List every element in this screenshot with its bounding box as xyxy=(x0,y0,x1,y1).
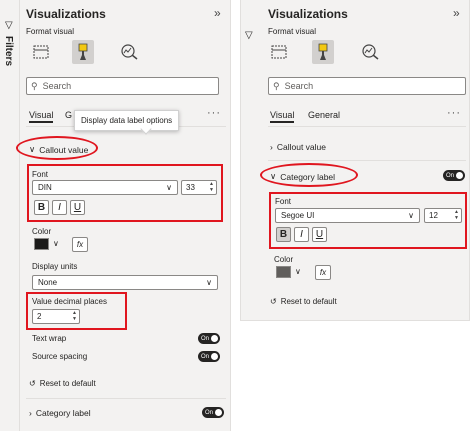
filter-icon: ▽ xyxy=(5,20,13,31)
left-visualizations-pane: Visualizations » Format visual ⚲ Search … xyxy=(16,0,231,431)
collapse-double-chevron-icon[interactable]: » xyxy=(453,6,460,20)
display-units-label: Display units xyxy=(32,262,78,271)
format-visual-label: Format visual xyxy=(268,27,317,36)
build-visual-icon[interactable] xyxy=(268,42,290,62)
callout-value-header[interactable]: › Callout value xyxy=(270,142,326,152)
collapse-double-chevron-icon[interactable]: » xyxy=(214,6,221,20)
color-swatch[interactable] xyxy=(34,238,49,250)
format-visual-label: Format visual xyxy=(26,27,75,36)
color-swatch[interactable] xyxy=(276,266,291,278)
chevron-right-icon: › xyxy=(270,142,273,152)
section-title: Category label xyxy=(35,408,91,418)
analytics-icon[interactable] xyxy=(359,42,381,62)
highlight-decimal-box xyxy=(26,292,127,330)
toggle-knob xyxy=(456,172,463,179)
reset-icon: ↺ xyxy=(29,379,36,388)
toggle-knob xyxy=(215,409,222,416)
source-spacing-label: Source spacing xyxy=(32,352,88,361)
text-wrap-toggle[interactable]: On xyxy=(198,333,220,344)
display-units-dropdown[interactable]: None ∨ xyxy=(32,275,218,290)
text-wrap-label: Text wrap xyxy=(32,334,67,343)
category-label-toggle[interactable]: On xyxy=(443,170,465,181)
pane-title: Visualizations xyxy=(26,7,106,21)
reset-icon: ↺ xyxy=(270,297,277,306)
tab-general[interactable]: G xyxy=(65,110,72,120)
highlight-font-box xyxy=(27,164,223,222)
filters-rail[interactable]: ▽ Filters xyxy=(0,0,20,431)
source-spacing-toggle[interactable]: On xyxy=(198,351,220,362)
toggle-text: On xyxy=(205,409,214,416)
toggle-text: On xyxy=(201,353,210,360)
fx-button[interactable]: fx xyxy=(72,237,88,252)
chevron-down-icon[interactable]: ∨ xyxy=(53,239,59,248)
more-dots-icon[interactable]: ··· xyxy=(207,107,221,119)
chevron-down-icon: ∨ xyxy=(206,278,212,287)
category-label-toggle[interactable]: On xyxy=(202,407,224,418)
section-divider xyxy=(268,160,466,161)
category-label-header[interactable]: › Category label xyxy=(29,408,91,418)
toggle-text: On xyxy=(446,172,455,179)
toggle-knob xyxy=(211,335,218,342)
tab-visual[interactable]: Visual xyxy=(270,110,295,123)
reset-to-default-link[interactable]: ↺ Reset to default xyxy=(270,297,337,306)
right-visualizations-pane: ▽ Visualizations » Format visual ⚲ Searc… xyxy=(240,0,470,321)
chevron-down-icon[interactable]: ∨ xyxy=(295,267,301,276)
toggle-knob xyxy=(211,353,218,360)
search-input[interactable]: ⚲ Search xyxy=(268,77,466,95)
search-placeholder: Search xyxy=(42,81,72,91)
analytics-icon[interactable] xyxy=(118,42,140,62)
reset-label: Reset to default xyxy=(39,379,96,388)
filters-label: Filters xyxy=(3,36,14,67)
tab-general[interactable]: General xyxy=(308,110,340,120)
tab-visual[interactable]: Visual xyxy=(29,110,54,123)
color-label: Color xyxy=(32,227,52,236)
paintbrush-format-icon[interactable] xyxy=(312,40,334,64)
section-title: Callout value xyxy=(276,142,326,152)
more-dots-icon[interactable]: ··· xyxy=(447,107,461,119)
color-label: Color xyxy=(274,255,294,264)
search-input[interactable]: ⚲ Search xyxy=(26,77,219,95)
filter-icon: ▽ xyxy=(245,30,253,41)
chevron-right-icon: › xyxy=(29,408,32,418)
reset-label: Reset to default xyxy=(280,297,337,306)
tabs-divider xyxy=(268,126,466,127)
display-units-value: None xyxy=(38,278,58,287)
reset-to-default-link[interactable]: ↺ Reset to default xyxy=(29,379,96,388)
toggle-text: On xyxy=(201,335,210,342)
search-placeholder: Search xyxy=(284,81,314,91)
section-divider xyxy=(26,398,226,399)
pane-title: Visualizations xyxy=(268,7,348,21)
search-icon: ⚲ xyxy=(31,80,38,91)
paintbrush-format-icon[interactable] xyxy=(72,40,94,64)
tooltip: Display data label options xyxy=(74,110,180,131)
build-visual-icon[interactable] xyxy=(30,42,52,62)
highlight-oval xyxy=(16,136,98,160)
highlight-oval xyxy=(260,163,358,187)
search-icon: ⚲ xyxy=(273,80,280,91)
fx-button[interactable]: fx xyxy=(315,265,331,280)
highlight-font-box xyxy=(269,192,467,249)
